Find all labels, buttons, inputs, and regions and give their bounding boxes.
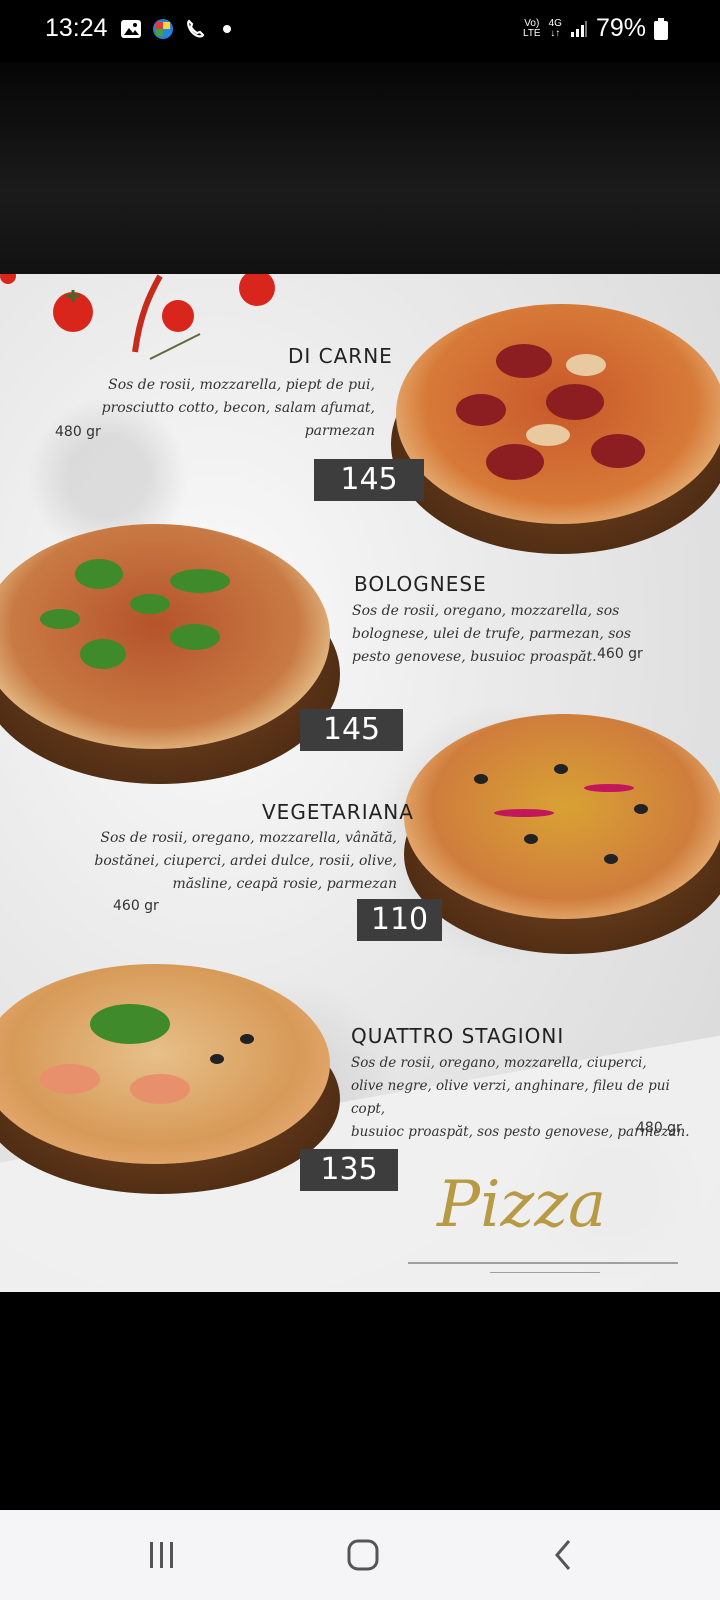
back-icon[interactable] bbox=[545, 1538, 585, 1572]
battery-icon bbox=[654, 17, 668, 40]
dot-icon bbox=[223, 25, 231, 33]
status-right: Vo) LTE 4G ↓↑ 79% bbox=[523, 14, 668, 43]
pizza-name-di-carne: DI CARNE bbox=[288, 344, 393, 368]
call-icon bbox=[187, 19, 205, 38]
pizza-weight-bolognese: 460 gr bbox=[597, 646, 643, 662]
navigation-bar bbox=[0, 1510, 720, 1600]
logo-underline bbox=[408, 1262, 678, 1264]
tomatoes-decoration bbox=[0, 274, 275, 360]
notification-icons bbox=[120, 18, 238, 40]
price-tag-quattro-stagioni: 135 bbox=[300, 1149, 398, 1191]
pizza-desc-di-carne: Sos de rosii, mozzarella, piept de pui, … bbox=[101, 377, 375, 439]
pizza-logo: Pizza bbox=[437, 1168, 607, 1242]
menu-image[interactable]: DI CARNE Sos de rosii, mozzarella, piept… bbox=[0, 274, 720, 1292]
pizza-image-di-carne bbox=[391, 304, 720, 554]
network-type: 4G ↓↑ bbox=[548, 17, 562, 39]
pizza-name-quattro-stagioni: QUATTRO STAGIONI bbox=[351, 1024, 565, 1048]
signal-icon bbox=[570, 20, 587, 37]
pizza-image-quattro-stagioni bbox=[0, 964, 340, 1194]
gallery-icon bbox=[121, 20, 141, 38]
price-tag-vegetariana: 110 bbox=[357, 899, 442, 941]
recents-icon[interactable] bbox=[142, 1538, 182, 1572]
battery-percent: 79% bbox=[595, 14, 646, 42]
app-icon bbox=[153, 19, 173, 39]
logo-underline-short bbox=[490, 1272, 600, 1273]
price-tag-di-carne: 145 bbox=[314, 459, 424, 501]
status-bar: 13:24 Vo) LTE 4G ↓↑ 79% bbox=[0, 0, 720, 62]
pizza-weight-di-carne: 480 gr bbox=[55, 424, 101, 440]
pizza-weight-quattro-stagioni: 480 gr bbox=[636, 1120, 682, 1136]
status-time: 13:24 bbox=[45, 14, 108, 42]
pizza-image-vegetariana bbox=[404, 714, 720, 954]
viewer-background bbox=[0, 62, 720, 274]
pizza-name-bolognese: BOLOGNESE bbox=[354, 572, 487, 596]
pizza-name-vegetariana: VEGETARIANA bbox=[262, 800, 414, 824]
pizza-desc-vegetariana: Sos de rosii, oregano, mozzarella, vânăt… bbox=[94, 830, 397, 892]
price-tag-bolognese: 145 bbox=[300, 709, 403, 751]
home-icon[interactable] bbox=[343, 1538, 383, 1572]
pizza-weight-vegetariana: 460 gr bbox=[113, 898, 159, 914]
pizza-image-bolognese bbox=[0, 524, 340, 784]
volte-indicator: Vo) LTE bbox=[523, 17, 541, 39]
